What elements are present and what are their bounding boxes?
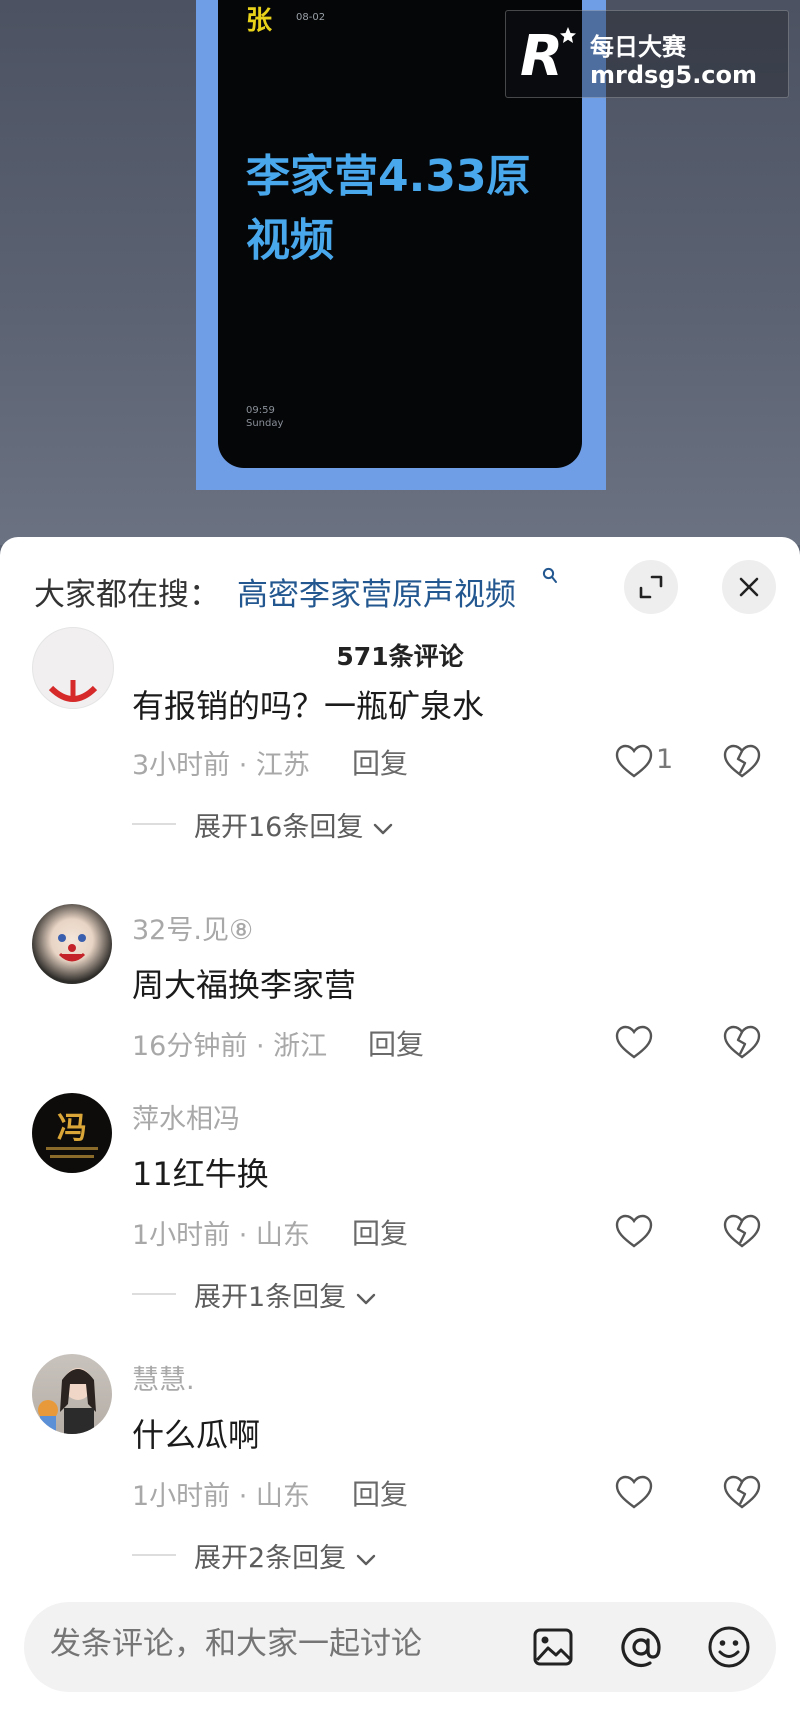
comment-text: 周大福换李家营 [132, 966, 357, 1004]
comment-input[interactable] [50, 1626, 530, 1662]
search-suggestion-prefix: 大家都在搜： [34, 577, 220, 613]
comment-item: 冯 萍水相冯 11红牛换 1小时前 · 山东 回复 展开1条回复 [0, 1093, 800, 1313]
dislike-icon[interactable] [722, 743, 762, 779]
comment-count: 571条评论 [336, 642, 464, 671]
avatar-glyph: 冯 [57, 1111, 87, 1146]
avatar[interactable] [32, 627, 114, 709]
heart-icon[interactable] [614, 743, 654, 779]
dislike-icon[interactable] [722, 1213, 762, 1249]
chevron-down-icon [373, 823, 393, 834]
avatar[interactable] [32, 1354, 112, 1434]
screen-glyph: 张 [246, 6, 273, 36]
dislike-icon[interactable] [722, 1474, 762, 1510]
comment-text: 什么瓜啊 [132, 1416, 261, 1454]
reply-button[interactable]: 回复 [352, 1473, 408, 1513]
expand-divider [132, 1554, 176, 1556]
expand-icon [639, 575, 663, 599]
reply-button[interactable]: 回复 [352, 742, 408, 782]
watermark-name: 每日大赛 [590, 33, 686, 61]
screen-time-block: 09:59 Sunday [246, 404, 283, 430]
comment-meta: 16分钟前 · 浙江 [132, 1031, 328, 1062]
comment-meta: 1小时前 · 山东 [132, 1481, 310, 1512]
chevron-down-icon [356, 1293, 375, 1304]
search-suggestion-link[interactable]: 高密李家营原声视频 [237, 569, 516, 614]
expand-divider [132, 823, 176, 825]
watermark-logo: R [520, 25, 576, 83]
watermark-logo-letter: R [520, 25, 563, 83]
heart-icon[interactable] [614, 1024, 654, 1060]
heart-icon[interactable] [614, 1474, 654, 1510]
comment-item: 慧慧. 什么瓜啊 1小时前 · 山东 回复 展开2条回复 [0, 1354, 800, 1574]
comment-username[interactable]: 萍水相冯 [132, 1097, 240, 1136]
comment-text: 有报销的吗？一瓶矿泉水 [132, 687, 485, 725]
comment-input-bar [24, 1602, 776, 1692]
chevron-down-icon [356, 1554, 375, 1565]
image-icon[interactable] [530, 1624, 576, 1670]
comment-meta: 1小时前 · 山东 [132, 1220, 310, 1251]
comment-text: 11红牛换 [132, 1155, 269, 1193]
watermark-url: mrdsg5.com [590, 61, 758, 89]
expand-replies-label: 展开16条回复 [194, 812, 364, 843]
screen-day: Sunday [246, 418, 284, 429]
video-background[interactable]: 张 08-02 李家营4.33原视频 09:59 Sunday R 每日大赛 m… [0, 0, 800, 545]
reply-button[interactable]: 回复 [352, 1212, 408, 1252]
comment-meta: 3小时前 · 江苏 [132, 750, 310, 781]
comment-item: 32号.见⑧ 周大福换李家营 16分钟前 · 浙江 回复 [0, 904, 800, 1062]
watermark: R 每日大赛 mrdsg5.com [505, 10, 789, 98]
expand-replies-label: 展开2条回复 [194, 1543, 347, 1574]
mention-icon[interactable] [618, 1624, 664, 1670]
screen-time: 09:59 [246, 405, 275, 416]
dislike-icon[interactable] [722, 1024, 762, 1060]
reply-button[interactable]: 回复 [368, 1023, 424, 1063]
avatar[interactable] [32, 904, 112, 984]
close-button[interactable] [722, 560, 776, 614]
heart-icon[interactable] [614, 1213, 654, 1249]
like-count: 1 [656, 744, 674, 775]
avatar[interactable]: 冯 [32, 1093, 112, 1173]
comment-username[interactable]: 慧慧. [132, 1358, 195, 1397]
expand-replies-label: 展开1条回复 [194, 1282, 347, 1313]
search-icon[interactable] [542, 567, 558, 585]
comment-username[interactable]: 32号.见⑧ [132, 908, 253, 947]
video-title: 李家营4.33原视频 [246, 151, 531, 266]
emoji-icon[interactable] [706, 1624, 752, 1670]
screen-date: 08-02 [296, 12, 326, 23]
expand-button[interactable] [624, 560, 678, 614]
comment-item: 有报销的吗？一瓶矿泉水 3小时前 · 江苏 回复 1 展开16条回复 [0, 627, 800, 847]
comment-panel: 大家都在搜： 高密李家营原声视频 571条评论 有报销的吗？一瓶矿泉水 3小时前… [0, 537, 800, 1710]
close-icon [739, 577, 759, 597]
expand-divider [132, 1293, 176, 1295]
